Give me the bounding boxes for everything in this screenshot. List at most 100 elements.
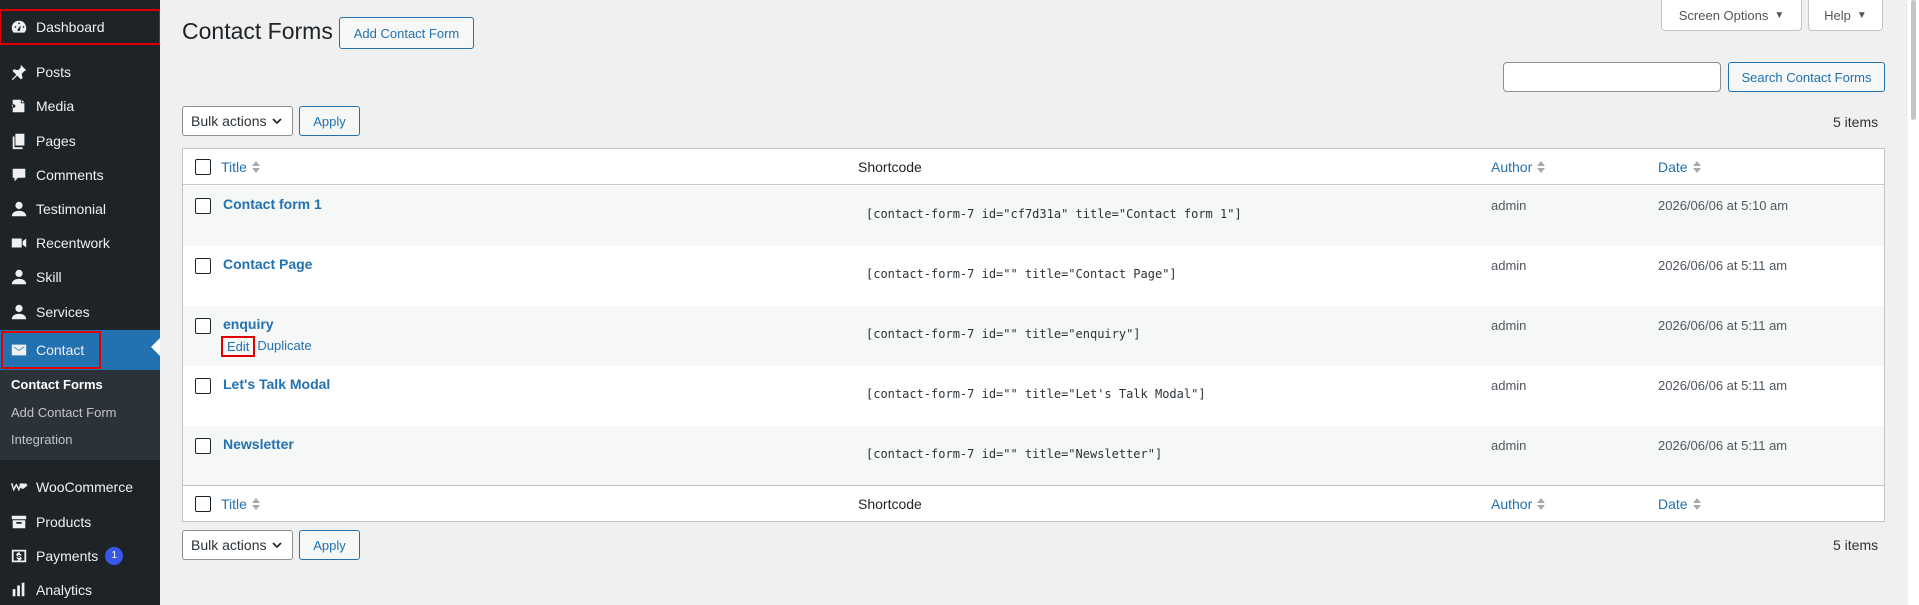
table-footer: Title Shortcode Author Date [183, 485, 1884, 521]
bulk-actions-label: Bulk actions [191, 113, 267, 129]
shortcode-text: [contact-form-7 id="cf7d31a" title="Cont… [866, 207, 1242, 221]
table-row: enquiry Edit Duplicate [contact-form-7 i… [183, 306, 1884, 366]
form-title-link[interactable]: enquiry [223, 316, 274, 332]
caret-down-icon: ▼ [1856, 9, 1867, 21]
form-title-link[interactable]: Let's Talk Modal [223, 376, 330, 392]
column-title-label: Title [221, 496, 247, 512]
sidebar-item-recentwork[interactable]: Recentwork [0, 226, 160, 260]
help-button[interactable]: Help ▼ [1808, 0, 1883, 31]
row-checkbox[interactable] [195, 198, 211, 214]
shortcode-text: [contact-form-7 id="" title="enquiry"] [866, 327, 1141, 341]
column-shortcode: Shortcode [858, 496, 922, 512]
shortcode-text: [contact-form-7 id="" title="Contact Pag… [866, 267, 1177, 281]
archive-icon [9, 512, 29, 532]
sidebar-item-label: Payments [36, 548, 99, 564]
apply-button[interactable]: Apply [299, 106, 360, 136]
column-date[interactable]: Date [1658, 496, 1701, 512]
sidebar-item-label: Media [36, 98, 75, 114]
contact-highlight [1, 331, 101, 369]
sidebar-item-label: Comments [36, 167, 104, 183]
sidebar-item-label: WooCommerce [36, 479, 133, 495]
help-label: Help [1824, 7, 1851, 23]
dashboard-icon [9, 17, 29, 37]
duplicate-link[interactable]: Duplicate [257, 338, 311, 355]
edit-link[interactable]: Edit [220, 336, 256, 357]
column-author[interactable]: Author [1491, 496, 1546, 512]
column-title[interactable]: Title [221, 159, 260, 175]
sidebar-item-label: Recentwork [36, 235, 110, 251]
sidebar-item-analytics[interactable]: Analytics [0, 573, 160, 605]
table-row: Contact form 1 [contact-form-7 id="cf7d3… [183, 186, 1884, 246]
woo-icon [9, 477, 29, 497]
apply-button-bottom[interactable]: Apply [299, 530, 360, 560]
column-title[interactable]: Title [221, 496, 260, 512]
sidebar-item-testimonial[interactable]: Testimonial [0, 192, 160, 226]
shortcode-text: [contact-form-7 id="" title="Let's Talk … [866, 387, 1206, 401]
screen-options-label: Screen Options [1678, 7, 1769, 23]
screen-options-button[interactable]: Screen Options ▼ [1661, 0, 1802, 31]
form-title-link[interactable]: Contact form 1 [223, 196, 322, 212]
table-row: Contact Page [contact-form-7 id="" title… [183, 246, 1884, 306]
sidebar-item-pages[interactable]: Pages [0, 124, 160, 158]
sidebar-item-label: Skill [36, 269, 62, 285]
date-text: 2026/06/06 at 5:11 am [1658, 318, 1788, 333]
author-text: admin [1491, 438, 1527, 453]
row-checkbox[interactable] [195, 318, 211, 334]
sort-icon [251, 161, 260, 173]
sort-icon [1692, 161, 1701, 173]
author-text: admin [1491, 258, 1527, 273]
sidebar-item-media[interactable]: Media [0, 89, 160, 123]
sidebar-item-dashboard[interactable]: Dashboard [0, 9, 161, 45]
column-author-label: Author [1491, 159, 1533, 175]
table-header: Title Shortcode Author Date [183, 149, 1884, 185]
form-title-link[interactable]: Contact Page [223, 256, 312, 272]
submenu-integration[interactable]: Integration [11, 432, 72, 447]
author-text: admin [1491, 198, 1527, 213]
search-contact-forms-button[interactable]: Search Contact Forms [1728, 62, 1885, 92]
row-checkbox[interactable] [195, 258, 211, 274]
shortcode-text: [contact-form-7 id="" title="Newsletter"… [866, 447, 1163, 461]
sidebar-item-skill[interactable]: Skill [0, 260, 160, 294]
sidebar-item-comments[interactable]: Comments [0, 158, 160, 192]
bulk-actions-select[interactable]: Bulk actions [182, 106, 293, 136]
scrollbar-thumb[interactable] [1911, 0, 1916, 120]
column-shortcode: Shortcode [858, 159, 922, 175]
user-icon [9, 199, 29, 219]
submenu-add-contact-form[interactable]: Add Contact Form [11, 405, 117, 420]
pin-icon [9, 62, 29, 82]
sidebar-item-products[interactable]: Products [0, 505, 160, 539]
row-checkbox[interactable] [195, 438, 211, 454]
sidebar-item-payments[interactable]: Payments 1 [0, 539, 160, 573]
table-row: Newsletter [contact-form-7 id="" title="… [183, 426, 1884, 486]
items-count-bottom: 5 items [1833, 537, 1879, 553]
sort-icon [1537, 161, 1546, 173]
form-title-link[interactable]: Newsletter [223, 436, 294, 452]
select-all-checkbox[interactable] [195, 496, 211, 512]
date-text: 2026/06/06 at 5:11 am [1658, 378, 1788, 393]
date-text: 2026/06/06 at 5:11 am [1658, 438, 1788, 453]
sidebar-item-contact[interactable]: Contact [0, 330, 160, 370]
row-actions: Edit Duplicate [220, 336, 312, 357]
chevron-down-icon [272, 118, 283, 125]
sidebar-item-label: Dashboard [36, 19, 105, 35]
sidebar-item-woocommerce[interactable]: WooCommerce [0, 470, 160, 504]
caret-down-icon: ▼ [1774, 9, 1785, 21]
scrollbar[interactable] [1908, 0, 1919, 605]
row-checkbox[interactable] [195, 378, 211, 394]
date-text: 2026/06/06 at 5:11 am [1658, 258, 1788, 273]
add-contact-form-button[interactable]: Add Contact Form [339, 17, 474, 49]
sidebar-item-label: Pages [36, 133, 76, 149]
contact-forms-table: Title Shortcode Author Date Contact form… [182, 148, 1885, 522]
column-date-label: Date [1658, 159, 1688, 175]
bulk-actions-select-bottom[interactable]: Bulk actions [182, 530, 293, 560]
comment-icon [9, 165, 29, 185]
submenu-contact-forms[interactable]: Contact Forms [11, 377, 103, 392]
column-date[interactable]: Date [1658, 159, 1701, 175]
sidebar-item-label: Testimonial [36, 201, 107, 217]
column-author-label: Author [1491, 496, 1533, 512]
sidebar-item-services[interactable]: Services [0, 295, 160, 329]
column-author[interactable]: Author [1491, 159, 1546, 175]
sidebar-item-posts[interactable]: Posts [0, 55, 160, 89]
search-input[interactable] [1503, 62, 1721, 92]
select-all-checkbox[interactable] [195, 159, 211, 175]
